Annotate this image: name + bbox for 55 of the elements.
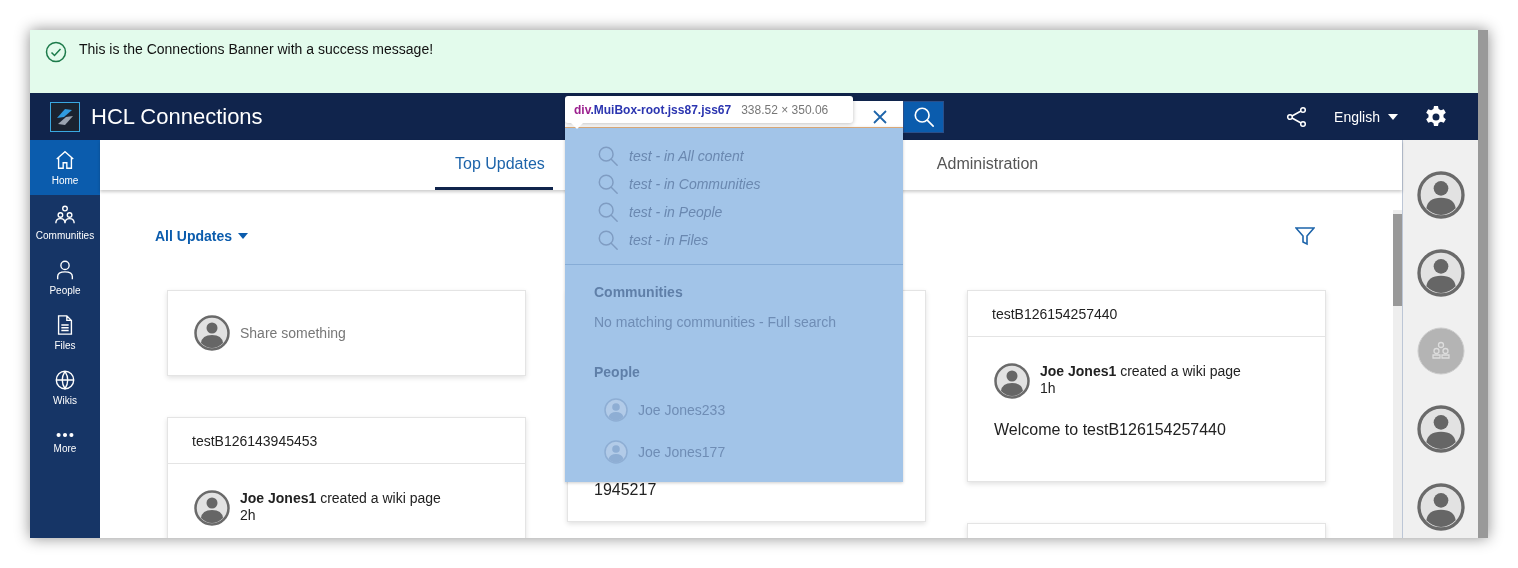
card-title: testB126154257440 — [968, 291, 1325, 337]
search-icon — [597, 229, 619, 251]
avatar-icon — [194, 315, 230, 351]
scrollbar[interactable] — [1393, 210, 1402, 538]
section-heading: People — [593, 363, 641, 380]
avatar-icon — [604, 440, 628, 464]
avatar-icon — [994, 363, 1030, 399]
filter-icon[interactable] — [1295, 226, 1315, 246]
search-icon — [912, 105, 935, 128]
avatar-icon — [1416, 171, 1465, 219]
share-button[interactable] — [1286, 105, 1309, 128]
avatar-icon — [1416, 249, 1465, 297]
caret-icon — [238, 233, 248, 239]
share-icon — [1286, 105, 1309, 128]
update-text: Joe Jones1 created a wiki page 2h — [240, 490, 441, 525]
person-icon — [54, 259, 76, 281]
globe-icon — [54, 369, 76, 391]
search-icon — [597, 201, 619, 223]
update-body: 1945217 — [594, 481, 657, 498]
settings-button[interactable] — [1424, 104, 1448, 129]
app-title: HCL Connections — [91, 103, 263, 130]
card-title: testB126143945453 — [168, 418, 525, 464]
nav-item[interactable]: More — [30, 415, 100, 470]
check-circle-icon — [45, 41, 67, 63]
nav-item[interactable]: Home — [30, 140, 100, 195]
avatar-icon — [1416, 405, 1465, 453]
search-icon — [597, 145, 619, 167]
search-icon — [597, 173, 619, 195]
group-icon — [54, 204, 76, 226]
nav-item[interactable]: People — [30, 250, 100, 305]
tab[interactable]: Top Updates — [435, 140, 553, 190]
tab[interactable]: Administration — [936, 140, 1039, 190]
element-size: 338.52 × 350.06 — [741, 102, 829, 117]
avatar-icon — [604, 398, 628, 422]
share-placeholder[interactable]: Share something — [240, 325, 346, 341]
close-icon[interactable] — [873, 109, 887, 124]
nav-item[interactable]: Wikis — [30, 360, 100, 415]
section-heading: Communities — [593, 283, 684, 300]
caret-icon — [1388, 113, 1398, 120]
more-icon — [54, 431, 76, 439]
avatar-icon — [1416, 483, 1465, 531]
updates-filter-dropdown[interactable]: All Updates — [155, 228, 248, 244]
language-menu[interactable]: English — [1334, 108, 1398, 125]
logo-icon[interactable] — [50, 101, 80, 132]
nav-item[interactable]: Communities — [30, 195, 100, 250]
settings-icon — [1424, 104, 1448, 129]
element-selector: div.MuiBox-root.jss87.jss67 — [574, 102, 732, 117]
community-avatar-icon — [1416, 327, 1465, 375]
banner-message: This is the Connections Banner with a success message! — [79, 41, 434, 57]
avatar-icon — [194, 490, 230, 526]
update-body: Welcome to testB126154257440 — [993, 420, 1227, 439]
nav-item[interactable]: Files — [30, 305, 100, 360]
update-text: Joe Jones1 created a wiki page 1h — [1040, 363, 1241, 398]
search-button[interactable] — [903, 100, 944, 133]
home-icon — [54, 149, 76, 171]
